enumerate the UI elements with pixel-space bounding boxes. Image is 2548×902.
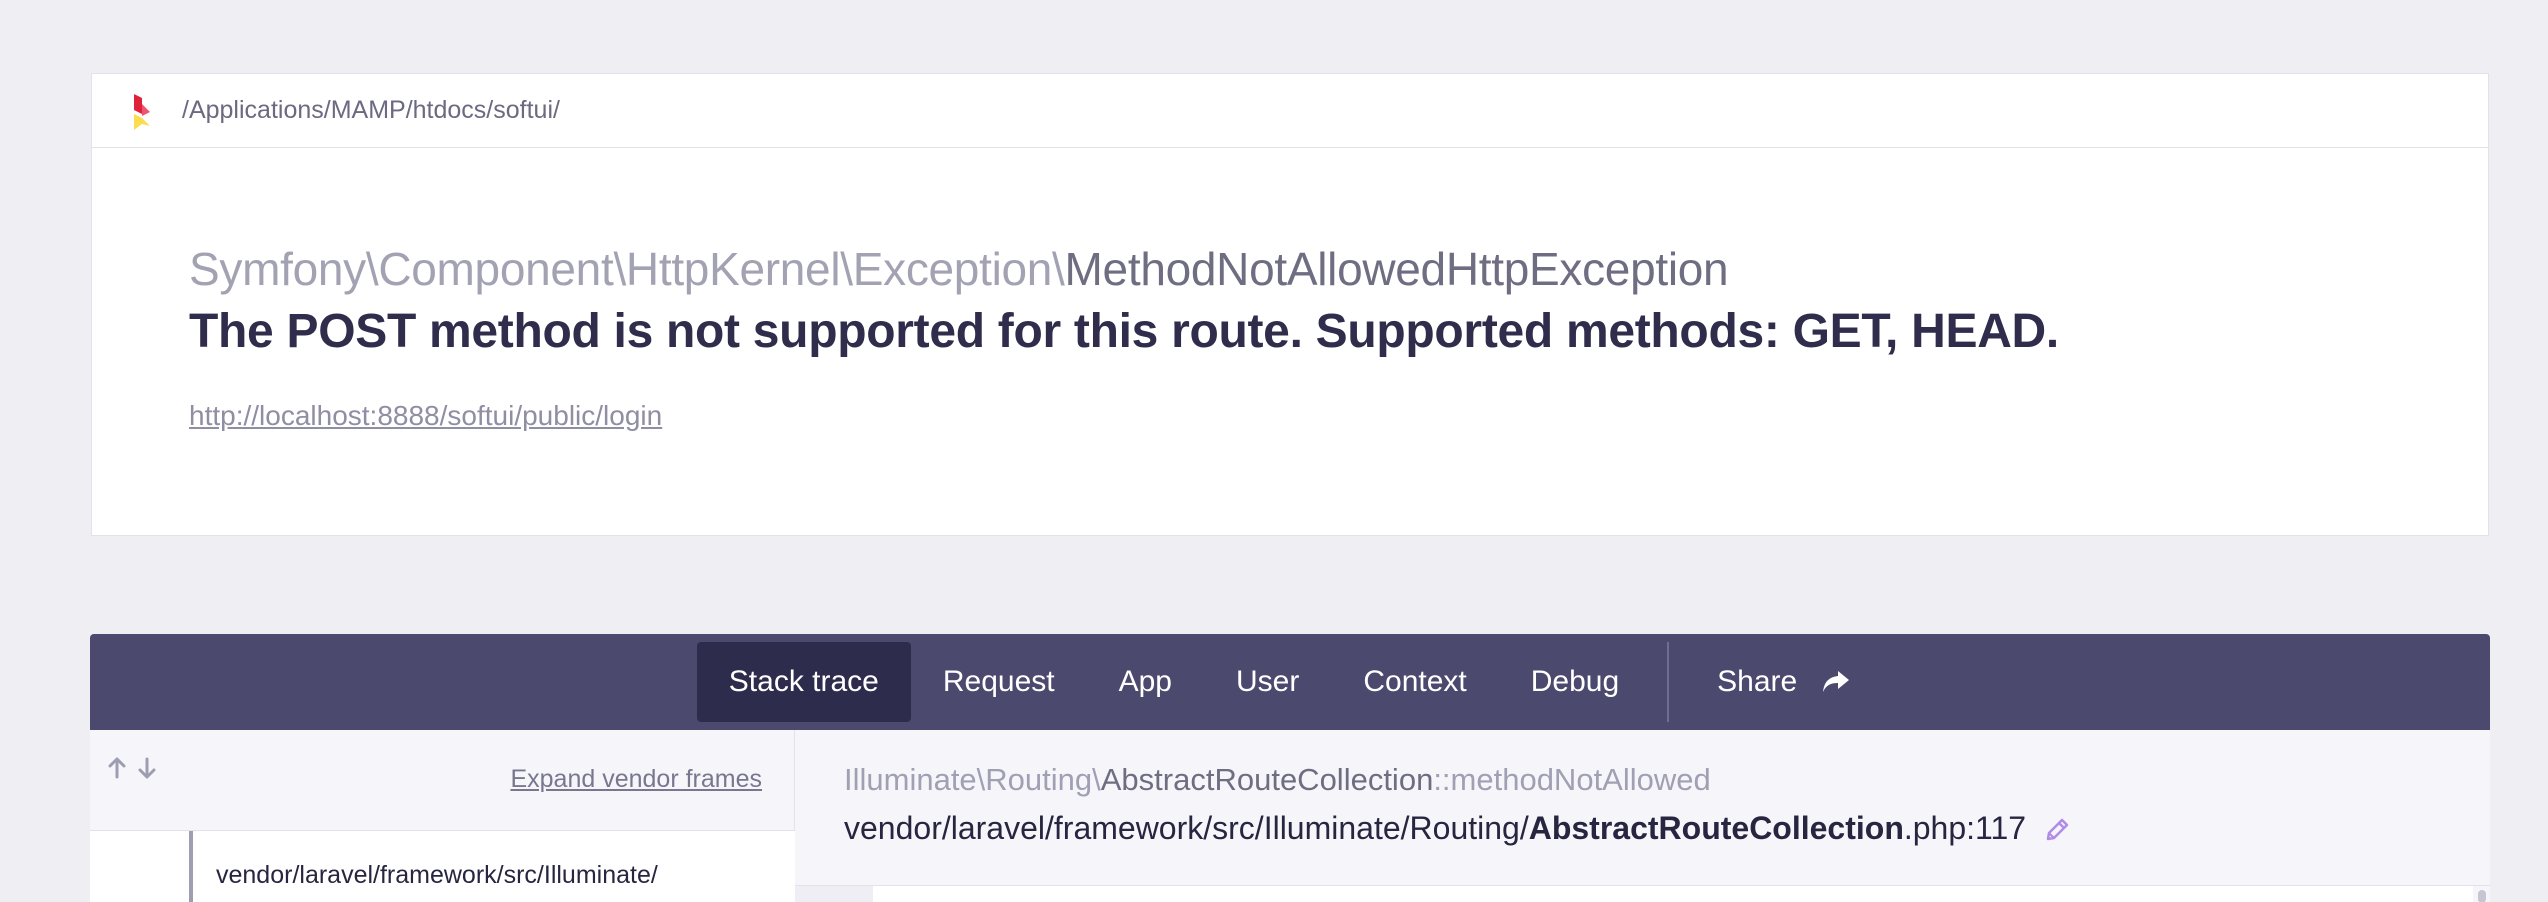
frame-method: Illuminate\Routing\AbstractRouteCollecti… — [844, 762, 1711, 798]
tab-app[interactable]: App — [1087, 642, 1204, 722]
exception-class-name: MethodNotAllowedHttpException — [1064, 243, 1729, 295]
frame-file-suffix: .php:117 — [1903, 810, 2027, 846]
exception-message: The POST method is not supported for thi… — [189, 305, 2059, 358]
tab-debug[interactable]: Debug — [1499, 642, 1651, 722]
frame-file-name: AbstractRouteCollection — [1528, 810, 1904, 846]
pencil-icon[interactable] — [2044, 815, 2072, 843]
ignition-logo-icon — [134, 93, 150, 130]
frame-method-name: ::methodNotAllowed — [1433, 762, 1711, 797]
tab-bar: Stack trace Request App User Context Deb… — [90, 634, 2490, 730]
stack-frames-panel: Expand vendor frames vendor/laravel/fram… — [90, 730, 795, 902]
frame-path: vendor/laravel/framework/src/Illuminate/ — [216, 861, 658, 889]
tab-stack-trace[interactable]: Stack trace — [696, 642, 911, 722]
tab-divider — [1667, 642, 1670, 722]
arrow-up-icon[interactable] — [104, 750, 130, 784]
share-arrow-icon — [1823, 671, 1850, 692]
scrollbar[interactable] — [2478, 890, 2486, 902]
card-header: /Applications/MAMP/htdocs/softui/ — [92, 74, 2488, 148]
tab-context[interactable]: Context — [1331, 642, 1498, 722]
frame-namespace: Illuminate\Routing\ — [844, 762, 1101, 797]
exception-class: Symfony\Component\HttpKernel\Exception\M… — [189, 240, 2488, 298]
stack-frame-item[interactable]: vendor/laravel/framework/src/Illuminate/ — [90, 831, 795, 902]
frame-detail-panel: Illuminate\Routing\AbstractRouteCollecti… — [795, 730, 2490, 902]
exception-namespace: Symfony\Component\HttpKernel\Exception\ — [189, 243, 1065, 295]
line-number-gutter — [795, 886, 873, 902]
code-viewer — [795, 885, 2490, 902]
frame-class: AbstractRouteCollection — [1100, 762, 1434, 797]
tab-user[interactable]: User — [1204, 642, 1331, 722]
frame-file: vendor/laravel/framework/src/Illuminate/… — [844, 810, 2072, 847]
share-button[interactable]: Share — [1685, 642, 1883, 722]
exception-card: /Applications/MAMP/htdocs/softui/ Symfon… — [91, 73, 2489, 536]
request-url-link[interactable]: http://localhost:8888/softui/public/logi… — [189, 400, 662, 432]
frame-navigation — [104, 750, 160, 784]
frame-file-dir: vendor/laravel/framework/src/Illuminate/… — [844, 810, 1529, 846]
arrow-down-icon[interactable] — [134, 750, 160, 784]
share-label: Share — [1717, 665, 1798, 698]
project-path: /Applications/MAMP/htdocs/softui/ — [182, 96, 560, 124]
tab-request[interactable]: Request — [911, 642, 1087, 722]
frame-indicator — [189, 831, 193, 902]
expand-vendor-frames-button[interactable]: Expand vendor frames — [510, 765, 762, 794]
code-panel — [873, 886, 2473, 902]
exception-details: Symfony\Component\HttpKernel\Exception\M… — [92, 148, 2488, 432]
